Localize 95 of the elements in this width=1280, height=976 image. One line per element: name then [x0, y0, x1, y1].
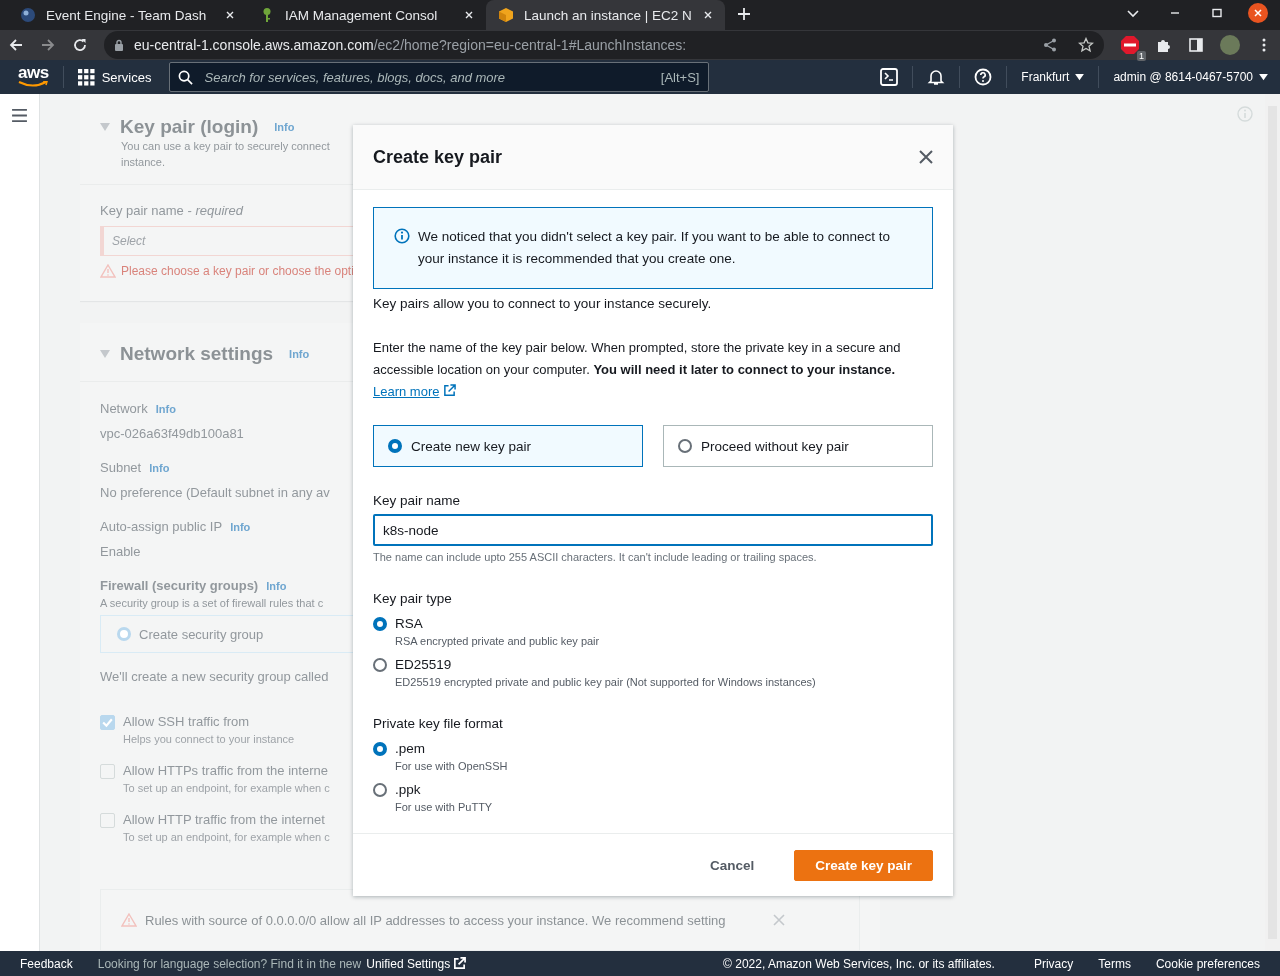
feedback-link[interactable]: Feedback: [20, 956, 73, 971]
field-value: vpc-026a63f49db100a81: [100, 426, 244, 442]
checkbox[interactable]: [100, 813, 115, 829]
aws-logo[interactable]: aws: [18, 64, 49, 91]
option-tile[interactable]: Create new key pair: [373, 425, 643, 468]
new-tab-icon[interactable]: [737, 7, 751, 21]
share-icon[interactable]: [1042, 37, 1058, 54]
option-tile[interactable]: Proceed without key pair: [663, 425, 933, 468]
profile-avatar[interactable]: [1220, 35, 1240, 56]
intro-text: Key pairs allow you to connect to your instance securely.: [373, 295, 713, 314]
field-value: No preference (Default subnet in any av: [100, 485, 330, 501]
field-label: Key pair name: [373, 493, 462, 509]
warning-icon: [100, 264, 116, 279]
extension-badge: 1: [1137, 51, 1146, 62]
star-icon[interactable]: [1078, 37, 1094, 54]
section-description: You can use a key pair to securely connect: [121, 139, 330, 155]
section-title: Key pair (login): [120, 116, 259, 139]
close-icon[interactable]: [1248, 3, 1268, 23]
browser-tab[interactable]: IAM Management Consol: [247, 0, 486, 30]
radio-button[interactable]: [373, 783, 387, 798]
learn-more-link[interactable]: Learn more: [373, 384, 457, 400]
cancel-button[interactable]: Cancel: [693, 849, 771, 881]
radio-button[interactable]: [373, 658, 387, 673]
language-note: Looking for language selection? Find it in the new: [97, 956, 362, 971]
browser-tab[interactable]: Event Engine - Team Dash: [8, 0, 247, 30]
copyright-text: © 2022, Amazon Web Services, Inc. or its affiliates.: [723, 956, 995, 971]
note-text: We'll create a new security group called: [100, 669, 329, 685]
checkbox[interactable]: [100, 764, 115, 780]
field-label: Key pair name - required: [100, 203, 244, 219]
checkbox-label: Allow HTTPs traffic from the interne: [123, 763, 328, 779]
radio-label: .pem: [395, 741, 426, 757]
warning-text: Rules with source of 0.0.0.0/0 allow all IP addresses to access your instance. We recommend setting: [145, 912, 726, 928]
bell-icon[interactable]: [927, 68, 946, 87]
field-description: A security group is a set of firewall rules that c: [100, 597, 324, 610]
address-bar[interactable]: eu-central-1.console.aws.amazon.com/ec2/home?region=eu-central-1#LaunchInstances:: [104, 31, 1104, 60]
caret-icon: [1075, 73, 1085, 81]
field-label: Key pair type: [373, 591, 453, 607]
caret-icon: [1259, 73, 1268, 81]
menu-icon[interactable]: [12, 109, 27, 123]
cube-icon: [498, 7, 514, 23]
browser-tab[interactable]: Launch an instance | EC2 N: [486, 0, 725, 30]
field-hint: The name can include upto 255 ASCII characters. It can't include leading or trailing spaces.: [373, 551, 818, 564]
radio-description: For use with OpenSSH: [395, 760, 508, 773]
services-menu[interactable]: Services: [77, 68, 152, 86]
reload-icon[interactable]: [72, 37, 88, 54]
side-panel-icon[interactable]: [1188, 37, 1204, 54]
radio-label: .ppk: [395, 782, 422, 798]
checkbox[interactable]: [100, 715, 115, 731]
instructions-text: Enter the name of the key pair below. When prompted, store the private key in a secure and accessible location on your computer. You will need it later to connect to your instance. Learn more: [373, 339, 902, 402]
close-icon[interactable]: [919, 150, 933, 165]
search-icon: [177, 69, 193, 85]
external-link-icon: [453, 957, 467, 971]
error-message: Please choose a key pair or choose the opti: [121, 264, 354, 279]
terminal-icon[interactable]: [880, 68, 899, 87]
unified-settings-link[interactable]: Unified Settings: [366, 956, 467, 971]
grid-icon: [77, 68, 95, 86]
field-label: Auto-assign public IP: [100, 519, 223, 535]
stop-sign-icon[interactable]: [1120, 35, 1140, 56]
footer-link[interactable]: Terms: [1098, 956, 1131, 971]
field-label: Private key file format: [373, 716, 504, 732]
section-title: Network settings: [120, 343, 274, 366]
search-input[interactable]: Search for services, features, blogs, docs, and more: [202, 68, 651, 86]
footer-link[interactable]: Privacy: [1033, 956, 1074, 971]
region-menu[interactable]: Frankfurt: [1021, 70, 1085, 85]
maximize-icon[interactable]: [1210, 6, 1224, 20]
field-label: Network: [100, 401, 148, 417]
lock-icon: [114, 39, 124, 52]
checkbox-hint: To set up an endpoint, for example when c: [123, 782, 330, 795]
account-menu[interactable]: admin @ 8614-0467-5700: [1113, 70, 1268, 85]
shortcut-hint: [Alt+S]: [660, 69, 700, 85]
radio-button[interactable]: [373, 742, 387, 757]
field-label: Firewall (security groups): [100, 578, 259, 594]
dialog-title: Create key pair: [373, 146, 503, 168]
checkbox-hint: To set up an endpoint, for example when c: [123, 831, 330, 844]
globe-icon: [20, 7, 36, 23]
radio-description: For use with PuTTY: [395, 801, 493, 814]
radio-button[interactable]: [373, 617, 387, 632]
warning-icon: [121, 913, 137, 928]
radio-label: ED25519: [395, 657, 453, 673]
radio-description: RSA encrypted private and public key pair: [395, 635, 600, 648]
info-icon: [394, 228, 410, 245]
field-value: Enable: [100, 544, 141, 560]
radio-description: ED25519 encrypted private and public key pair (Not supported for Windows instances): [395, 676, 816, 689]
checkbox-label: Allow SSH traffic from: [123, 714, 250, 730]
key-pair-name-input[interactable]: k8s-node: [373, 514, 933, 547]
footer-link[interactable]: Cookie preferences: [1155, 956, 1260, 971]
search-field[interactable]: Search for services, features, blogs, docs, and more [Alt+S]: [168, 62, 709, 93]
help-icon[interactable]: [974, 68, 993, 87]
checkbox-hint: Helps you connect to your instance: [123, 733, 295, 746]
puzzle-piece-icon[interactable]: [1156, 37, 1172, 54]
checkbox-label: Allow HTTP traffic from the internet: [123, 812, 325, 828]
field-label: Subnet: [100, 460, 142, 476]
radio-label: RSA: [395, 616, 424, 632]
external-link-icon: [443, 384, 457, 398]
section-description: instance.: [121, 155, 166, 171]
